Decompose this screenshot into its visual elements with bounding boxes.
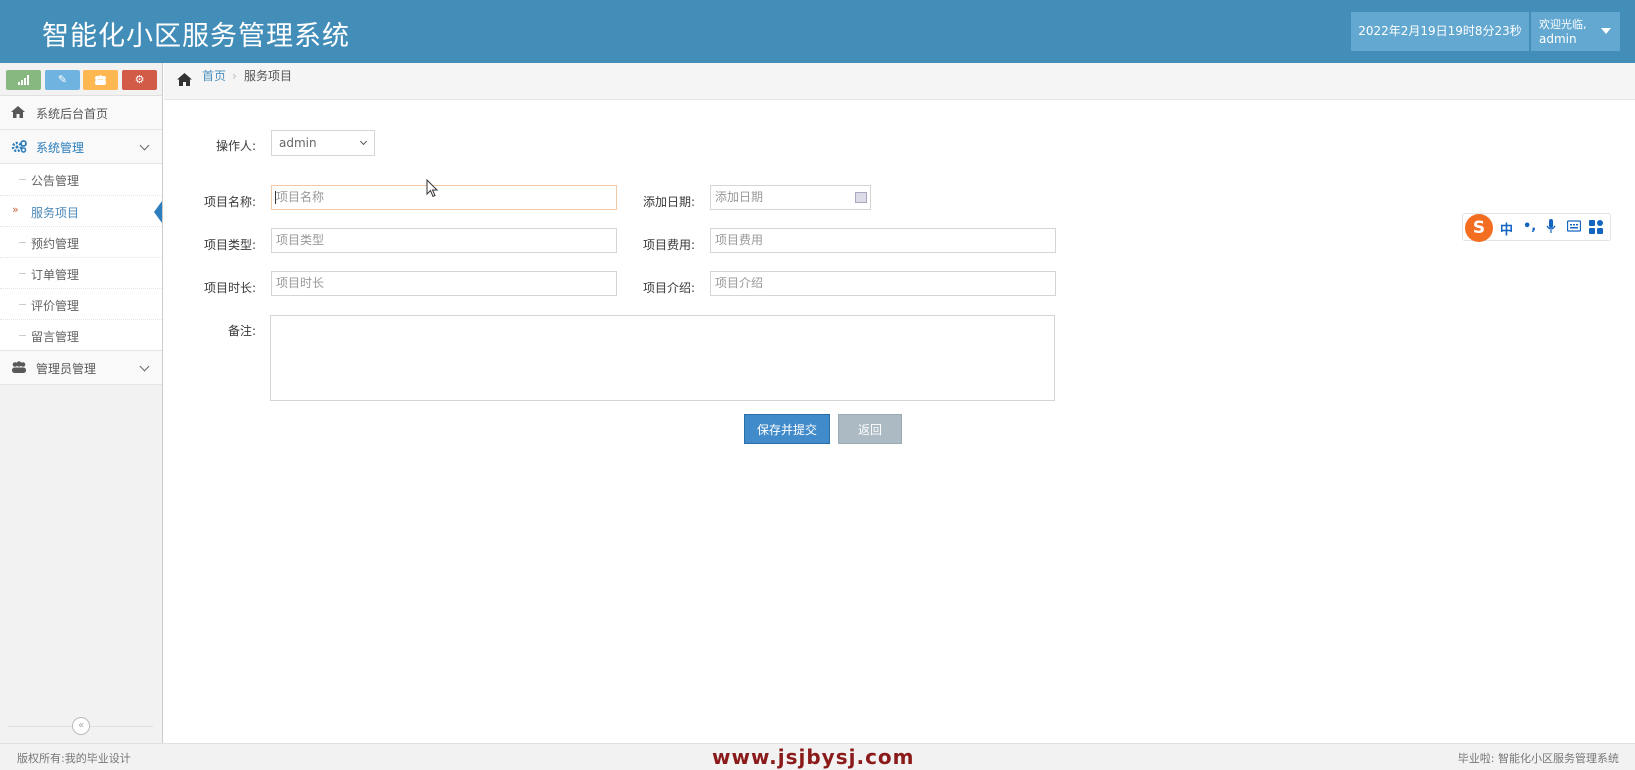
sidebar-item-services[interactable]: » 服务项目 — [0, 195, 162, 226]
chevron-down-icon — [359, 137, 368, 146]
project-name-label: 项目名称: — [203, 195, 256, 209]
sidebar-item-label: 留言管理 — [31, 330, 80, 344]
sidebar-item-label: 系统管理 — [36, 141, 85, 155]
sidebar-item-label: 预约管理 — [31, 237, 80, 251]
toolbox-icon[interactable] — [1589, 219, 1603, 238]
breadcrumb-current: 服务项目 — [244, 69, 293, 83]
sidebar-item-messages[interactable]: 留言管理 — [0, 319, 162, 350]
save-submit-button[interactable]: 保存并提交 — [744, 414, 830, 444]
breadcrumb-home-link[interactable]: 首页 — [202, 66, 226, 86]
datetime-display: 2022年2月19日19时8分23秒 — [1351, 12, 1529, 51]
cogs-icon — [11, 140, 27, 156]
chevron-down-icon — [139, 140, 150, 151]
remark-textarea[interactable] — [270, 315, 1055, 401]
sidebar-item-system[interactable]: 系统管理 — [0, 130, 162, 164]
sidebar-shortcuts: ✎ ⚙ — [0, 63, 162, 96]
top-navbar: 智能化小区服务管理系统 2022年2月19日19时8分23秒 欢迎光临, adm… — [0, 0, 1635, 63]
sogou-logo-icon[interactable]: S — [1465, 214, 1493, 242]
watermark-text: www.jsjbysj.com — [712, 745, 915, 769]
breadcrumb-separator: › — [232, 69, 237, 83]
project-fee-label: 项目费用: — [642, 238, 695, 252]
welcome-text: 欢迎光临, — [1539, 18, 1587, 31]
project-intro-input[interactable]: 项目介绍 — [710, 271, 1056, 296]
project-name-input[interactable]: 项目名称 — [271, 185, 617, 210]
calendar-icon[interactable] — [855, 192, 867, 203]
sidebar-item-label: 服务项目 — [31, 206, 80, 220]
sidebar-item-admins[interactable]: 管理员管理 — [0, 351, 162, 385]
sidebar-item-orders[interactable]: 订单管理 — [0, 257, 162, 288]
cogs-icon[interactable]: ⚙ — [122, 70, 157, 90]
ime-toolbar[interactable]: S 中 •, — [1462, 213, 1611, 242]
keyboard-icon[interactable] — [1566, 219, 1582, 236]
sidebar-item-reviews[interactable]: 评价管理 — [0, 288, 162, 319]
users-icon — [11, 361, 27, 376]
breadcrumb: 首页 › 服务项目 — [164, 63, 1635, 100]
ime-punctuation[interactable]: •, — [1523, 219, 1536, 234]
caret-down-icon — [1601, 28, 1611, 34]
sidebar-item-appointments[interactable]: 预约管理 — [0, 226, 162, 257]
username: admin — [1539, 32, 1577, 46]
back-button[interactable]: 返回 — [838, 414, 902, 444]
sidebar-submenu-system: 公告管理 » 服务项目 预约管理 订单管理 评价管理 留言管理 — [0, 164, 162, 351]
add-date-label: 添加日期: — [642, 195, 695, 209]
home-icon — [177, 72, 192, 90]
microphone-icon[interactable] — [1546, 219, 1556, 238]
project-intro-label: 项目介绍: — [642, 281, 695, 295]
chevron-down-icon — [139, 361, 150, 372]
project-duration-label: 项目时长: — [203, 281, 256, 295]
sidebar-item-label: 订单管理 — [31, 268, 80, 282]
sidebar-item-label: 评价管理 — [31, 299, 80, 313]
operator-label: 操作人: — [215, 139, 256, 153]
project-fee-input[interactable]: 项目费用 — [710, 228, 1056, 253]
users-icon[interactable] — [83, 70, 118, 90]
sidebar-item-notices[interactable]: 公告管理 — [0, 164, 162, 195]
project-type-input[interactable]: 项目类型 — [271, 228, 617, 253]
add-date-input[interactable]: 添加日期 — [710, 185, 871, 210]
home-icon — [11, 106, 25, 121]
sidebar: ✎ ⚙ 系统后台首页 系统管理 公告管理 » 服务项目 预约管理 订单管理 评价… — [0, 63, 163, 743]
app-title[interactable]: 智能化小区服务管理系统 — [42, 14, 350, 53]
remark-label: 备注: — [227, 324, 256, 338]
user-menu[interactable]: 欢迎光临, admin — [1531, 12, 1620, 51]
active-marker — [154, 201, 162, 223]
sidebar-item-label: 公告管理 — [31, 174, 80, 188]
sidebar-item-label: 管理员管理 — [36, 362, 97, 376]
signal-icon[interactable] — [6, 70, 41, 90]
operator-select-value: admin — [279, 136, 317, 150]
footer-right-text: 毕业啦: 智能化小区服务管理系统 — [1457, 752, 1619, 765]
project-type-label: 项目类型: — [203, 238, 256, 252]
pencil-icon[interactable]: ✎ — [45, 70, 80, 90]
sidebar-item-home[interactable]: 系统后台首页 — [0, 96, 162, 130]
footer: 版权所有:我的毕业设计 www.jsjbysj.com 毕业啦: 智能化小区服务… — [0, 743, 1635, 770]
double-angle-right-icon: » — [12, 203, 19, 216]
add-date-placeholder: 添加日期 — [715, 190, 764, 204]
sidebar-item-label: 系统后台首页 — [36, 107, 109, 121]
project-duration-input[interactable]: 项目时长 — [271, 271, 617, 296]
ime-mode[interactable]: 中 — [1500, 219, 1513, 238]
operator-select[interactable]: admin — [271, 130, 375, 156]
copyright-text: 版权所有:我的毕业设计 — [17, 752, 131, 765]
collapse-sidebar-icon[interactable]: « — [72, 717, 90, 735]
